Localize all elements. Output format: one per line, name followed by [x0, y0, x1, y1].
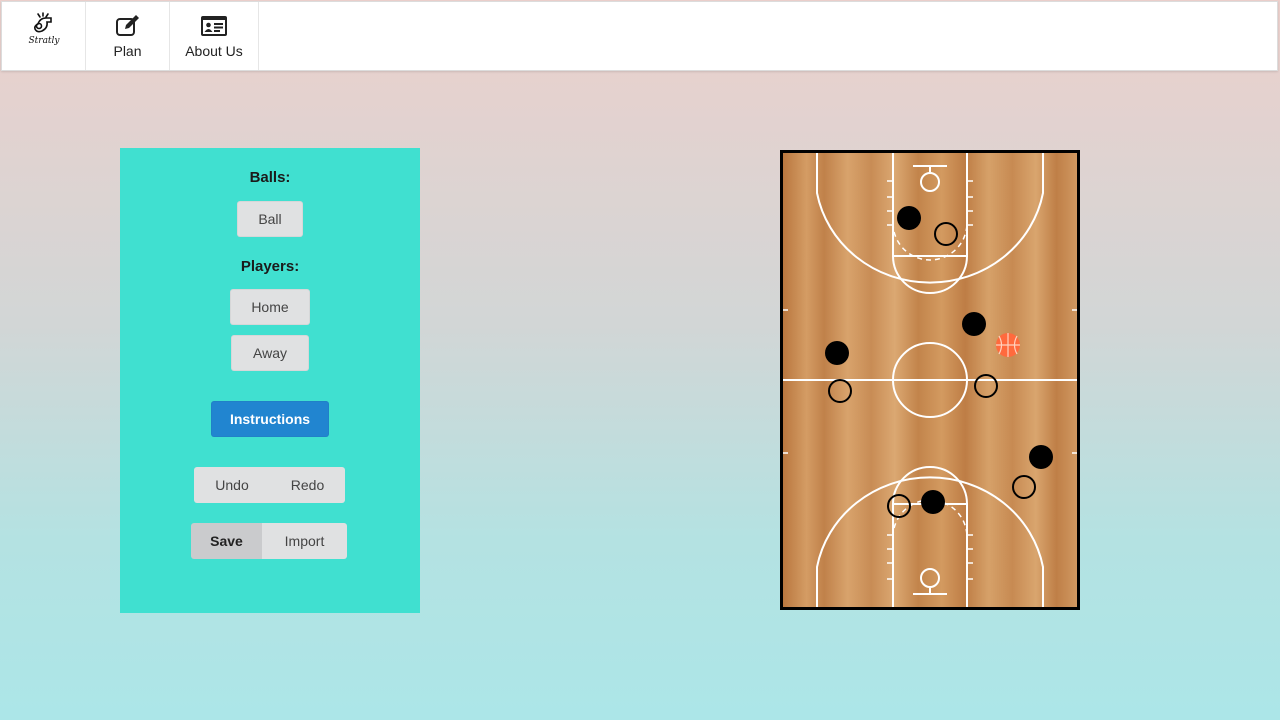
- undo-button[interactable]: Undo: [194, 467, 270, 503]
- add-ball-button[interactable]: Ball: [237, 201, 303, 237]
- control-panel: Balls: Ball Players: Home Away Instructi…: [120, 148, 420, 613]
- home-player-token[interactable]: [1029, 445, 1053, 469]
- top-nav-bar: Stratly Plan About Us: [1, 1, 1278, 71]
- redo-button[interactable]: Redo: [270, 467, 345, 503]
- balls-heading: Balls:: [249, 169, 291, 186]
- home-player-token[interactable]: [897, 206, 921, 230]
- logo-wordmark: Stratly: [28, 36, 60, 46]
- nav-plan-label: Plan: [113, 43, 142, 59]
- nav-plan[interactable]: Plan: [86, 2, 170, 70]
- save-button[interactable]: Save: [191, 523, 262, 559]
- edit-icon: [115, 15, 139, 36]
- app-logo[interactable]: Stratly: [2, 2, 86, 70]
- court-board[interactable]: [780, 150, 1080, 610]
- undo-redo-group: Undo Redo: [194, 467, 345, 503]
- add-away-player-button[interactable]: Away: [231, 335, 309, 371]
- import-button[interactable]: Import: [262, 523, 347, 559]
- home-player-token[interactable]: [962, 312, 986, 336]
- basketball-court[interactable]: [783, 153, 1077, 607]
- id-card-icon: [201, 16, 227, 36]
- save-import-group: Save Import: [191, 523, 347, 559]
- add-home-player-button[interactable]: Home: [230, 289, 310, 325]
- home-player-token[interactable]: [921, 490, 945, 514]
- nav-about-us[interactable]: About Us: [170, 2, 259, 70]
- nav-about-label: About Us: [185, 43, 243, 59]
- players-heading: Players:: [240, 258, 300, 275]
- basketball-icon[interactable]: [996, 333, 1020, 357]
- instructions-button[interactable]: Instructions: [211, 401, 329, 437]
- home-player-token[interactable]: [825, 341, 849, 365]
